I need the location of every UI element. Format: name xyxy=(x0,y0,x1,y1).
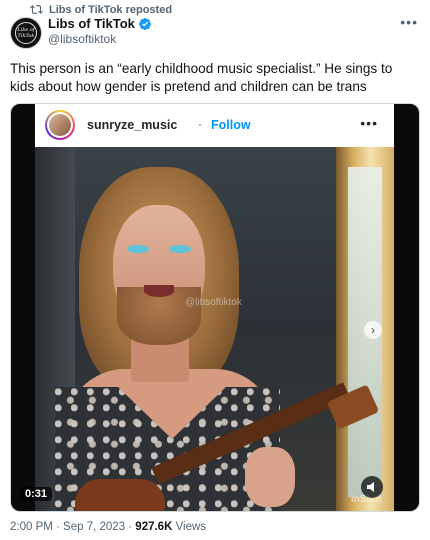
next-slide-chevron-icon[interactable]: › xyxy=(364,321,382,339)
ig-more-icon[interactable]: ••• xyxy=(360,115,378,131)
ig-avatar-photo xyxy=(49,114,71,136)
ig-avatar[interactable] xyxy=(45,110,75,140)
repost-icon xyxy=(30,5,43,14)
verified-badge-icon xyxy=(138,17,151,30)
account-handle[interactable]: @libsoftiktok xyxy=(48,32,116,46)
video-frame: @libsoftiktok InShot xyxy=(35,147,394,511)
eye-right xyxy=(169,245,191,253)
video-player[interactable]: sunryze_music · Follow ••• @libsoftiktok… xyxy=(10,103,420,512)
hand xyxy=(245,447,295,507)
views-label: Views xyxy=(172,521,207,533)
avatar[interactable]: Libs of TikTok xyxy=(10,17,42,49)
ig-follow-button[interactable]: Follow xyxy=(211,118,251,132)
ukulele-body xyxy=(75,479,165,511)
volume-button[interactable] xyxy=(361,476,383,498)
avatar-text-line-2: TikTok xyxy=(17,33,35,39)
account-name[interactable]: Libs of TikTok xyxy=(48,16,152,31)
speaker-icon xyxy=(367,482,374,492)
repost-indicator[interactable]: Libs of TikTok reposted xyxy=(30,3,172,16)
mouth xyxy=(144,285,174,297)
instagram-header: sunryze_music · Follow ••• xyxy=(35,104,394,147)
more-options-icon[interactable]: ••• xyxy=(400,14,418,30)
account-name-text: Libs of TikTok xyxy=(48,16,135,31)
watermark: @libsoftiktok xyxy=(185,297,242,308)
ig-separator: · xyxy=(198,117,202,131)
repost-label: Libs of TikTok reposted xyxy=(49,3,173,16)
tweet-timestamp[interactable]: 2:00 PM · Sep 7, 2023 · xyxy=(10,521,135,533)
views-count: 927.6K xyxy=(135,521,173,533)
tweet-metadata: 2:00 PM · Sep 7, 2023 · 927.6K Views xyxy=(10,521,206,533)
video-duration: 0:31 xyxy=(20,487,53,501)
eye-left xyxy=(127,245,149,253)
ig-username[interactable]: sunryze_music xyxy=(87,118,177,132)
tweet-text: This person is an “early childhood music… xyxy=(10,61,393,94)
